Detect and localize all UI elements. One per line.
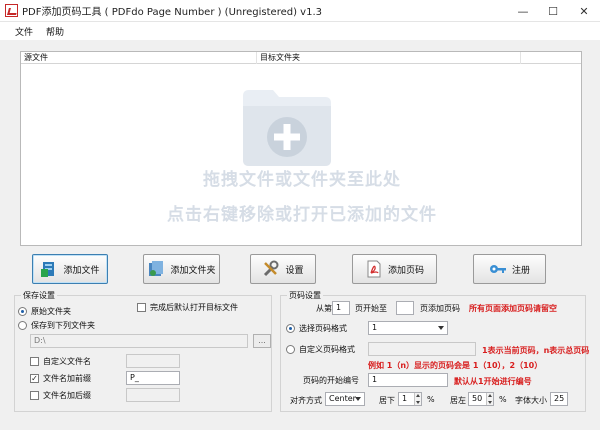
settings-button[interactable]: 设置 [250,254,316,284]
add-folder-button[interactable]: 添加文件夹 [143,254,220,284]
register-button[interactable]: 注册 [473,254,546,284]
bottom-label: 居下 [379,396,395,405]
page-format-select[interactable]: 1 [368,321,448,335]
left-spinner[interactable]: 50 [468,392,494,406]
add-prefix-option[interactable]: ✓ 文件名加前缀 [30,373,91,384]
save-settings-title: 保存设置 [21,290,57,301]
custom-format-radio[interactable] [286,345,295,354]
original-folder-radio[interactable] [18,307,27,316]
pdf-icon [367,260,381,278]
browse-button[interactable]: ... [253,334,271,348]
original-folder-option[interactable]: 原始文件夹 [18,306,71,317]
folder-icon [149,261,164,276]
custom-filename-field[interactable] [126,354,180,368]
drop-hint-drag: 拖拽文件或文件夹至此处 [203,170,401,190]
app-logo-icon [5,4,18,17]
add-folder-label: 添加文件夹 [170,265,216,276]
original-folder-label: 原始文件夹 [31,307,71,316]
from-label: 从第 [316,304,332,313]
chevron-down-icon [438,326,444,330]
choose-format-radio[interactable] [286,324,295,333]
add-page-number-label: 添加页码 [387,265,424,276]
bottom-percent: % [427,395,435,404]
page-format-value: 1 [372,323,378,332]
window-controls: — ☐ ✕ [508,0,600,22]
minimize-button[interactable]: — [508,0,538,22]
add-prefix-label: 文件名加前缀 [43,374,91,383]
add-prefix-checkbox[interactable]: ✓ [30,374,39,383]
window-title: PDF添加页码工具 ( PDFdo Page Number ) (Unregis… [22,7,322,18]
add-file-icon [41,262,55,277]
font-size-input[interactable]: 25 [550,392,568,406]
menu-bar: 文件 帮助 [0,22,600,40]
add-suffix-checkbox[interactable] [30,391,39,400]
add-file-button[interactable]: 添加文件 [32,254,108,284]
left-percent: % [499,395,507,404]
suffix-field[interactable] [126,388,180,402]
open-after-option[interactable]: 完成后默认打开目标文件 [137,302,238,313]
custom-format-field[interactable] [368,342,476,356]
add-page-number-button[interactable]: 添加页码 [352,254,437,284]
custom-format-note-1: 1表示当前页码，n表示总页码 [482,346,590,355]
add-folder-icon [243,90,331,166]
maximize-button[interactable]: ☐ [538,0,568,22]
chevron-down-icon [355,397,361,401]
all-pages-note: 所有页面添加页码请留空 [469,304,557,313]
start-number-label: 页码的开始编号 [303,376,359,385]
output-path-field[interactable]: D:\ [30,334,248,348]
prefix-input[interactable]: P_ [126,371,180,385]
choose-format-label: 选择页码格式 [299,324,347,333]
save-to-folder-option[interactable]: 保存到下列文件夹 [18,320,95,331]
menu-help[interactable]: 帮助 [46,25,64,38]
custom-format-option[interactable]: 自定义页码格式 [286,344,355,355]
save-to-folder-radio[interactable] [18,321,27,330]
left-value: 50 [472,394,483,403]
close-button[interactable]: ✕ [568,0,600,22]
menu-file[interactable]: 文件 [15,25,33,38]
left-label: 居左 [450,396,466,405]
spinner-arrows-icon[interactable] [414,393,421,405]
bottom-value: 1 [402,394,408,403]
custom-filename-option[interactable]: 自定义文件名 [30,356,91,367]
align-label: 对齐方式 [290,396,322,405]
register-label: 注册 [511,265,530,276]
key-icon [489,265,506,273]
align-value: Center [329,394,356,403]
file-list-header: 源文件 目标文件夹 [21,52,581,64]
start-number-note: 默认从1开始进行编号 [454,377,532,386]
title-bar: PDF添加页码工具 ( PDFdo Page Number ) (Unregis… [0,0,600,22]
bottom-spinner[interactable]: 1 [398,392,422,406]
page-settings-title: 页码设置 [287,290,323,301]
page-to-label: 页开始至 [355,304,387,313]
add-page-label: 页添加页码 [420,304,460,313]
align-select[interactable]: Center [325,392,365,406]
file-drop-area[interactable]: 源文件 目标文件夹 拖拽文件或文件夹至此处 点击右键移除或打开已添加的文件 [20,51,582,246]
custom-format-label: 自定义页码格式 [299,345,355,354]
add-suffix-label: 文件名加后缀 [43,391,91,400]
add-suffix-option[interactable]: 文件名加后缀 [30,390,91,401]
drop-hint-right-click: 点击右键移除或打开已添加的文件 [167,205,437,225]
choose-format-option[interactable]: 选择页码格式 [286,323,347,334]
spinner-arrows-icon[interactable] [486,393,493,405]
column-source-file[interactable]: 源文件 [21,52,257,64]
open-after-checkbox[interactable] [137,303,146,312]
custom-filename-label: 自定义文件名 [43,357,91,366]
open-after-label: 完成后默认打开目标文件 [150,303,238,312]
tools-icon [264,260,279,277]
custom-filename-checkbox[interactable] [30,357,39,366]
settings-label: 设置 [285,265,304,276]
to-page-input[interactable] [396,301,414,315]
save-to-folder-label: 保存到下列文件夹 [31,321,95,330]
add-file-label: 添加文件 [63,265,100,276]
start-number-input[interactable]: 1 [368,373,448,387]
font-size-label: 字体大小 [515,396,547,405]
column-target-folder[interactable]: 目标文件夹 [257,52,521,64]
from-page-input[interactable]: 1 [332,301,350,315]
custom-format-note-2: 例如 1（n）显示的页码会是 1（10），2（10） [368,361,543,370]
